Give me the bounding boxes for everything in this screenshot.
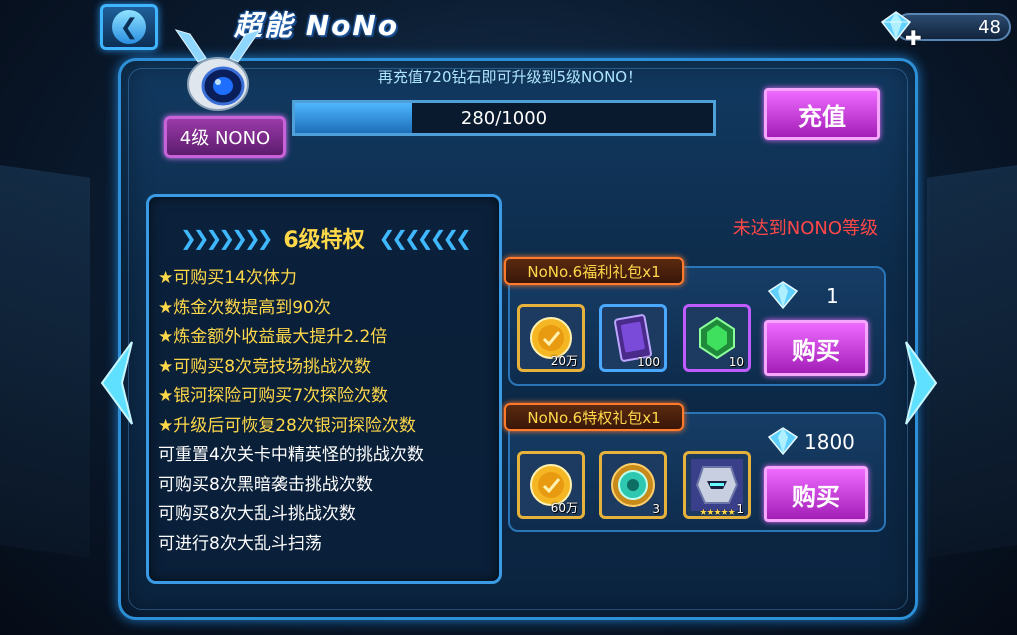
privilege-list: ★可购买14次体力 ★炼金次数提高到90次 ★炼金额外收益最大提升2.2倍 ★可… <box>158 264 498 559</box>
privilege-header: ❯❯❯❯❯❯❯ 6级特权 ❮❮❮❮❮❮❮ <box>156 220 492 256</box>
item-quantity: 100 <box>637 355 660 369</box>
buy-welfare-pack-button[interactable]: 购买 <box>764 320 868 376</box>
privilege-item: ★升级后可恢复28次银河探险次数 <box>158 415 416 436</box>
pack-item[interactable]: 10 <box>683 304 751 372</box>
nono-mascot-icon <box>174 29 262 111</box>
welfare-pack-label: NoNo.6福利礼包x1 <box>504 257 684 285</box>
privilege-pack-label: NoNo.6特权礼包x1 <box>504 403 684 431</box>
diamond-price-icon <box>767 281 799 310</box>
diamond-price-icon <box>767 427 799 456</box>
item-quantity: 60万 <box>550 501 578 515</box>
diamond-count: 48 <box>978 17 1001 38</box>
privilege-item: ★炼金次数提高到90次 <box>158 297 331 318</box>
privilege-item: ★炼金额外收益最大提升2.2倍 <box>158 327 388 347</box>
item-quantity: 10 <box>728 355 744 369</box>
pack-item[interactable]: 1 ★★★★★ <box>683 451 751 519</box>
buy-privilege-pack-button[interactable]: 购买 <box>764 466 868 522</box>
upgrade-hint: 再充值720钻石即可升级到5级NONO！ <box>377 68 643 86</box>
level-badge: 4级 NONO <box>164 116 286 158</box>
privilege-item: ★可购买14次体力 <box>158 268 297 288</box>
prev-level-arrow-icon[interactable] <box>96 338 136 428</box>
privilege-item: 可购买8次黑暗袭击挑战次数 <box>158 474 373 495</box>
privilege-item: 可进行8次大乱斗扫荡 <box>158 533 322 554</box>
pack-item[interactable]: 20万 <box>517 304 585 372</box>
privilege-item: ★可购买8次竞技场挑战次数 <box>158 356 372 377</box>
pack-price: 1 <box>826 284 839 308</box>
background-decoration-left <box>0 162 90 558</box>
privilege-item: 可重置4次关卡中精英怪的挑战次数 <box>158 445 424 465</box>
pack-price: 1800 <box>804 430 855 454</box>
level-requirement-warning: 未达到NONO等级 <box>732 218 878 239</box>
chevrons-right-icon: ❯❯❯❯❯❯❯ <box>180 226 273 250</box>
progress-text: 280/1000 <box>460 107 548 129</box>
level-progress-bar: 280/1000 <box>292 100 716 136</box>
back-arrow-icon: ❮ <box>112 10 146 44</box>
pack-item[interactable]: 100 <box>599 304 667 372</box>
next-level-arrow-icon[interactable] <box>902 338 942 428</box>
privilege-title: 6级特权 <box>283 228 365 253</box>
add-diamonds-button[interactable]: ✚ <box>905 26 922 50</box>
chevrons-left-icon: ❮❮❮❮❮❮❮ <box>378 226 472 250</box>
green-orb-icon <box>611 463 655 507</box>
recharge-button[interactable]: 充值 <box>764 88 880 140</box>
back-button[interactable]: ❮ <box>100 4 158 50</box>
item-quantity: 3 <box>652 502 660 516</box>
privilege-item: 可购买8次大乱斗挑战次数 <box>158 504 356 524</box>
pack-item[interactable]: 60万 <box>517 451 585 519</box>
privilege-item: ★银河探险可购买7次探险次数 <box>158 386 389 406</box>
rarity-stars: ★★★★★ <box>699 508 735 518</box>
pack-item[interactable]: 3 <box>599 451 667 519</box>
item-quantity: 20万 <box>550 354 578 368</box>
